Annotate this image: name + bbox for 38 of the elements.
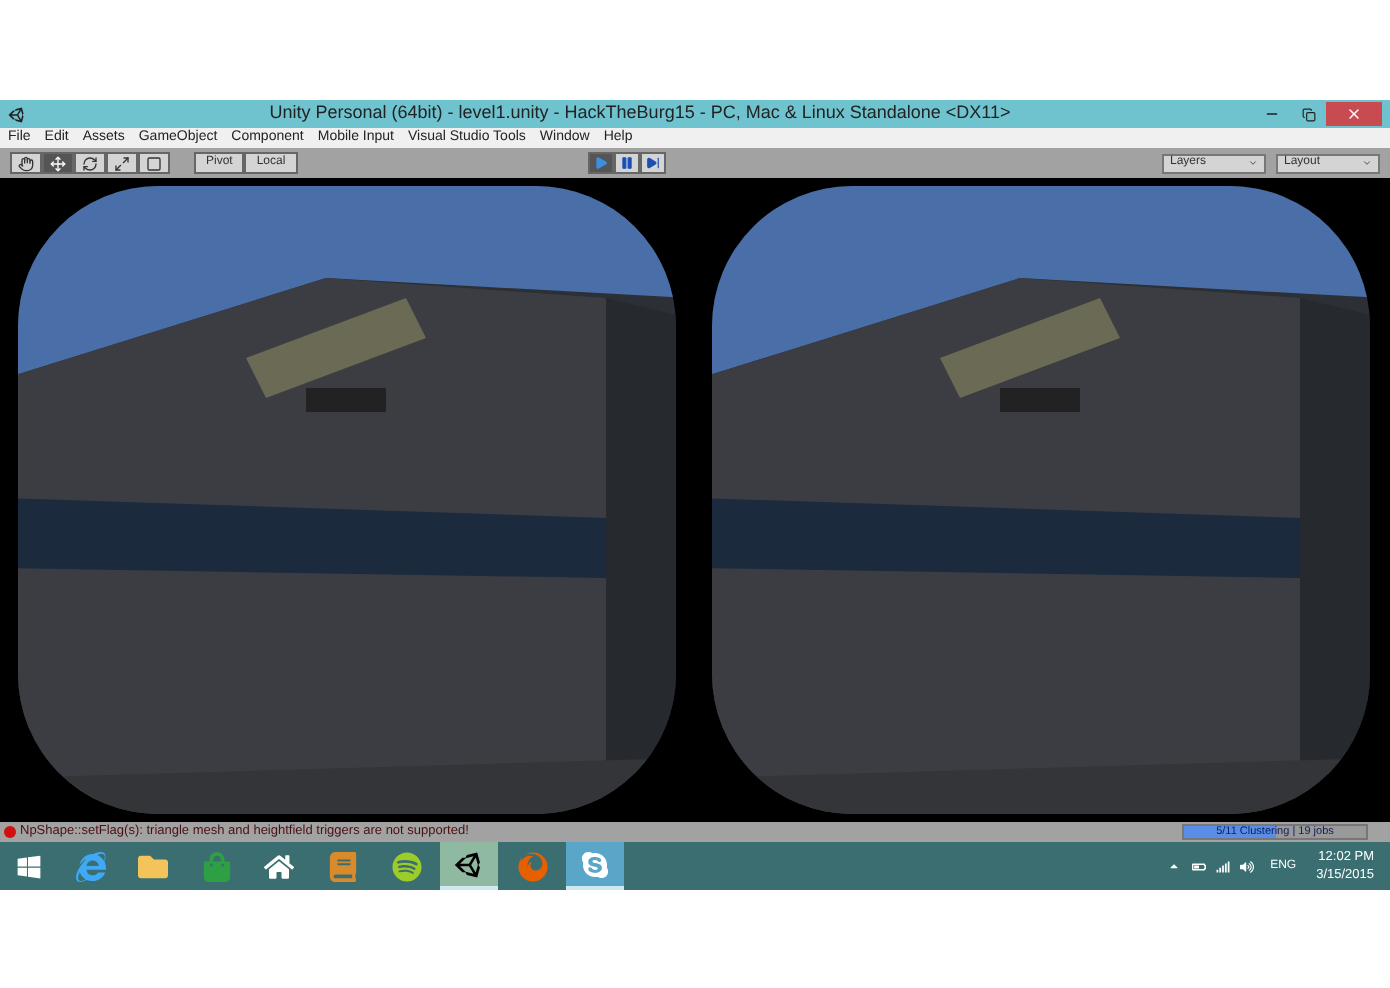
playback-button[interactable] bbox=[613, 152, 640, 174]
restore-icon bbox=[1301, 107, 1315, 121]
tool-button[interactable] bbox=[10, 152, 42, 174]
folder-icon bbox=[138, 851, 169, 881]
playback-button[interactable] bbox=[587, 152, 614, 174]
signal-icon bbox=[1216, 859, 1231, 873]
tool-button[interactable] bbox=[106, 152, 138, 174]
spotify-icon bbox=[391, 851, 422, 881]
play-icon bbox=[593, 156, 608, 170]
store-icon bbox=[201, 851, 232, 881]
home-icon bbox=[264, 851, 295, 881]
rotate-icon bbox=[82, 155, 98, 171]
caret-icon bbox=[1248, 158, 1258, 168]
pause-icon bbox=[619, 156, 634, 170]
rect-icon bbox=[146, 155, 162, 171]
volume-icon bbox=[1240, 859, 1255, 873]
unity-icon bbox=[454, 849, 485, 879]
unity-icon bbox=[8, 105, 26, 123]
battery-icon bbox=[1192, 859, 1207, 873]
windows-icon bbox=[15, 853, 41, 879]
skype-icon bbox=[580, 849, 611, 879]
tray-arrow-icon bbox=[1168, 860, 1181, 872]
tool-button[interactable] bbox=[138, 152, 170, 174]
move-icon bbox=[50, 155, 66, 171]
tool-button[interactable] bbox=[42, 152, 74, 174]
caret-icon bbox=[1362, 158, 1372, 168]
window-title: Unity Personal (64bit) - level1.unity - HackTheBurg15 - PC, Mac & Linux Standalone <DX11> bbox=[267, 100, 1013, 127]
book-icon bbox=[327, 851, 358, 881]
step-icon bbox=[645, 156, 660, 170]
firefox-icon bbox=[517, 851, 548, 881]
playback-button[interactable] bbox=[639, 152, 666, 174]
scale-icon bbox=[114, 155, 130, 171]
browser-icon bbox=[75, 851, 106, 881]
taskbar-app[interactable] bbox=[440, 842, 499, 890]
error-icon bbox=[4, 826, 16, 838]
hand-icon bbox=[18, 155, 34, 171]
tool-button[interactable] bbox=[74, 152, 106, 174]
close-icon bbox=[1346, 106, 1362, 122]
